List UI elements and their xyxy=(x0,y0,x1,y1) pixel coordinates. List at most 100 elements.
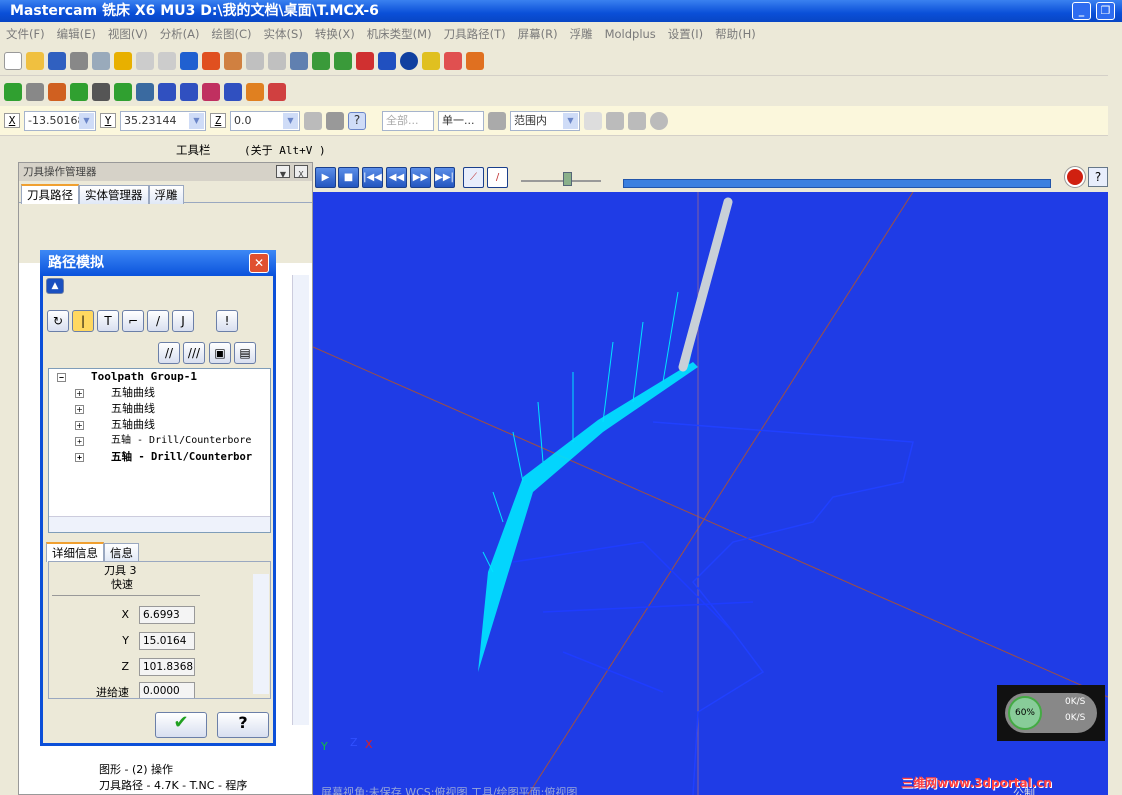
x-coordinate-input[interactable]: -13.50168 ▼ xyxy=(24,110,96,131)
view-icon[interactable] xyxy=(290,51,308,70)
point-icon[interactable] xyxy=(4,82,22,101)
tree-item-selected[interactable]: + 五轴 - Drill/Counterbor xyxy=(49,449,270,465)
menu-solids[interactable]: 实体(S) xyxy=(264,26,303,42)
dialog-close-button[interactable]: ✕ xyxy=(249,253,269,273)
sphere-icon[interactable] xyxy=(400,51,418,70)
menu-create[interactable]: 绘图(C) xyxy=(212,26,252,42)
y-coordinate-input[interactable]: 35.23144 ▼ xyxy=(120,110,206,131)
tree-item[interactable]: + 五轴曲线 xyxy=(49,401,270,417)
help-icon[interactable]: ? xyxy=(348,111,366,130)
play-button[interactable]: ▶ xyxy=(315,167,336,188)
menu-view[interactable]: 视图(V) xyxy=(108,26,148,42)
menu-xform[interactable]: 转换(X) xyxy=(315,26,355,42)
menu-toolpaths[interactable]: 刀具路径(T) xyxy=(444,26,506,42)
xform-icon[interactable] xyxy=(180,82,198,101)
panel-vertical-scrollbar[interactable] xyxy=(292,275,309,725)
quick-verify-button[interactable]: J xyxy=(172,310,194,332)
tree-item-toolpath[interactable]: 刀具路径 - 4.7K - T.NC - 程序 xyxy=(99,777,247,793)
toolpath-icon[interactable] xyxy=(202,82,220,101)
redo-icon[interactable] xyxy=(158,51,176,70)
cube-icon[interactable] xyxy=(334,51,352,70)
line-icon[interactable] xyxy=(26,82,44,101)
progress-bar[interactable] xyxy=(623,179,1051,188)
open-file-icon[interactable] xyxy=(26,51,44,70)
save-icon[interactable] xyxy=(48,51,66,70)
tab-info[interactable]: 信息 xyxy=(104,543,139,562)
toolpath-icon[interactable] xyxy=(224,82,242,101)
step-forward-button[interactable]: ▶▶ xyxy=(410,167,431,188)
camera-icon[interactable]: ▣ xyxy=(209,342,231,364)
toolpath-color-button[interactable]: ↻ xyxy=(47,310,69,332)
forward-end-button[interactable]: ▶▶| xyxy=(434,167,455,188)
fast-point-icon[interactable] xyxy=(304,111,322,130)
help-icon[interactable]: ? xyxy=(1088,167,1108,187)
step-back-button[interactable]: ◀◀ xyxy=(386,167,407,188)
tab-solids[interactable]: 实体管理器 xyxy=(79,185,149,204)
zoom-window-icon[interactable] xyxy=(224,51,242,70)
fit-icon[interactable] xyxy=(202,51,220,70)
menu-edit[interactable]: 编辑(E) xyxy=(57,26,96,42)
menu-moldplus[interactable]: Moldplus xyxy=(605,27,656,41)
help-button[interactable]: ? xyxy=(217,712,269,738)
rewind-start-button[interactable]: |◀◀ xyxy=(362,167,383,188)
autocursor-icon[interactable] xyxy=(326,111,344,130)
cursor-icon[interactable] xyxy=(584,111,602,130)
globe-icon[interactable] xyxy=(378,51,396,70)
menu-analyze[interactable]: 分析(A) xyxy=(160,26,200,42)
panel-menu-button[interactable]: ▼ xyxy=(276,165,290,179)
selection-icon[interactable] xyxy=(488,111,506,130)
solid-icon[interactable] xyxy=(136,82,154,101)
menu-art[interactable]: 浮雕 xyxy=(570,26,593,42)
tree-group[interactable]: − Toolpath Group-1 xyxy=(49,369,270,385)
speed-slider-thumb[interactable] xyxy=(563,172,572,186)
undo-icon[interactable] xyxy=(136,51,154,70)
list-icon[interactable] xyxy=(268,82,286,101)
rectangle-icon[interactable] xyxy=(70,82,88,101)
save-trace-button[interactable]: /// xyxy=(183,342,205,364)
minimize-button[interactable]: _ xyxy=(1072,2,1091,20)
rapid-button[interactable]: ⌐ xyxy=(122,310,144,332)
ok-button[interactable]: ✔ xyxy=(155,712,207,738)
graphics-viewport[interactable]: Y Z X 屏幕视角:未保存 WCS:俯视图 工具/绘图平面:俯视图 公制 三维… xyxy=(313,192,1108,795)
speed-slider[interactable] xyxy=(521,180,601,182)
menu-screen[interactable]: 屏幕(R) xyxy=(518,26,558,42)
tool-display-button[interactable]: / xyxy=(487,167,508,188)
info-button[interactable]: ! xyxy=(216,310,238,332)
select-single-button[interactable]: 单一... xyxy=(438,110,484,131)
pencil-icon[interactable] xyxy=(422,51,440,70)
menu-file[interactable]: 文件(F) xyxy=(6,26,45,42)
collapse-button[interactable]: ▲ xyxy=(46,278,64,294)
z-coordinate-input[interactable]: 0.0 ▼ xyxy=(230,110,300,131)
trim-icon[interactable] xyxy=(158,82,176,101)
pan-icon[interactable] xyxy=(180,51,198,70)
tree-item[interactable]: + 五轴曲线 xyxy=(49,417,270,433)
save-icon[interactable]: ▤ xyxy=(234,342,256,364)
tree-item-geometry[interactable]: 图形 - (2) 操作 xyxy=(99,761,173,777)
zoom-in-icon[interactable] xyxy=(246,51,264,70)
tree-item[interactable]: + 五轴 - Drill/Counterbore xyxy=(49,433,270,449)
menu-help[interactable]: 帮助(H) xyxy=(715,26,756,42)
preview-icon[interactable] xyxy=(92,51,110,70)
menu-settings[interactable]: 设置(I) xyxy=(668,26,703,42)
restore-button[interactable]: ❐ xyxy=(1096,2,1115,20)
stop-button[interactable]: ■ xyxy=(338,167,359,188)
endpoints-button[interactable]: / xyxy=(147,310,169,332)
tab-art[interactable]: 浮雕 xyxy=(148,185,184,204)
tree-horizontal-scrollbar[interactable] xyxy=(49,516,270,532)
fillet-icon[interactable] xyxy=(92,82,110,101)
range-select[interactable]: 范围内 ▼ xyxy=(510,110,580,131)
tab-toolpaths[interactable]: 刀具路径 xyxy=(21,184,79,204)
select-all-button[interactable]: 全部... xyxy=(382,110,434,131)
stop-sign-icon[interactable] xyxy=(1064,166,1086,188)
clear-icon[interactable] xyxy=(650,111,668,130)
new-file-icon[interactable] xyxy=(4,51,22,70)
show-tool-button[interactable]: | xyxy=(72,310,94,332)
details-scrollbar[interactable] xyxy=(253,574,269,694)
sigma-icon[interactable] xyxy=(466,51,484,70)
menu-machine-type[interactable]: 机床类型(M) xyxy=(367,26,432,42)
tree-item[interactable]: + 五轴曲线 xyxy=(49,385,270,401)
shade-icon[interactable] xyxy=(356,51,374,70)
panel-close-button[interactable]: X xyxy=(294,165,308,179)
analyze-icon[interactable] xyxy=(444,51,462,70)
trophy-icon[interactable] xyxy=(114,51,132,70)
